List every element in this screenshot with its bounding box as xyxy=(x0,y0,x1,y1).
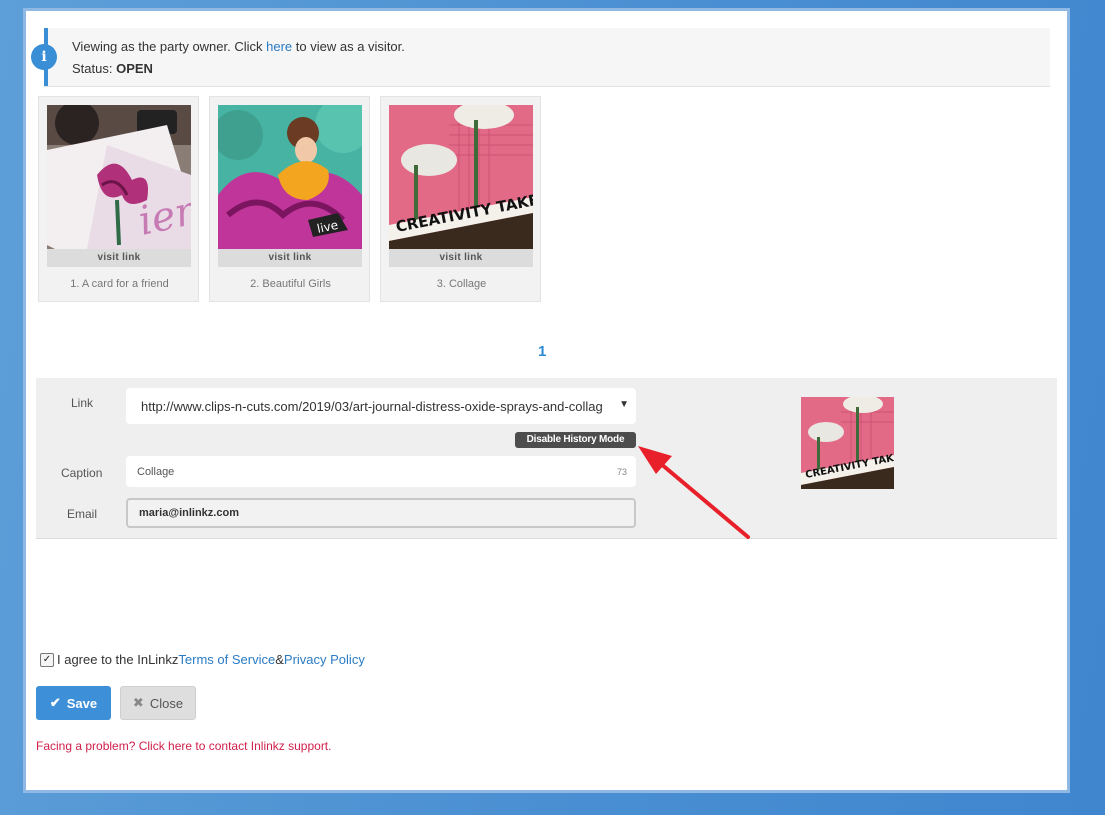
link-preview-image: CREATIVITY TAKES xyxy=(801,397,894,489)
entry-form: Link http://www.clips-n-cuts.com/2019/03… xyxy=(36,378,1057,539)
email-field[interactable]: maria@inlinkz.com xyxy=(126,498,636,528)
save-label: Save xyxy=(66,695,98,711)
status-value: OPEN xyxy=(116,61,153,76)
thumbnail-caption: 2. Beautiful Girls xyxy=(250,278,331,290)
privacy-policy-link[interactable]: Privacy Policy xyxy=(284,652,365,667)
thumbnail-caption: 1. A card for a friend xyxy=(70,278,169,290)
caption-label: Caption xyxy=(61,466,103,480)
thumbnail-card: iend visit link 1. A card for a friend xyxy=(38,96,199,302)
notice-text: Viewing as the party owner. Click here t… xyxy=(72,39,405,54)
support-link[interactable]: Facing a problem? Click here to contact … xyxy=(36,739,331,753)
thumbnail-card: CREATIVITY TAKES visit link 3. Collage xyxy=(380,96,541,302)
disable-history-mode-button[interactable]: Disable History Mode xyxy=(515,432,636,448)
agree-checkbox[interactable]: ✓ xyxy=(40,652,54,667)
status-line: Status: OPEN xyxy=(72,61,153,76)
visit-link[interactable]: visit link xyxy=(218,249,362,267)
visit-link[interactable]: visit link xyxy=(47,249,191,267)
link-select[interactable]: http://www.clips-n-cuts.com/2019/03/art-… xyxy=(126,388,636,424)
check-icon: ✔ xyxy=(49,695,61,710)
visit-link[interactable]: visit link xyxy=(389,249,533,267)
caption-value: Collage xyxy=(137,466,175,478)
view-as-visitor-link[interactable]: here xyxy=(266,39,292,54)
terms-of-service-link[interactable]: Terms of Service xyxy=(178,652,275,667)
email-value: maria@inlinkz.com xyxy=(139,507,239,519)
thumbnail-image-beautiful-girls[interactable]: live xyxy=(218,105,362,249)
owner-notice: i Viewing as the party owner. Click here… xyxy=(31,28,1050,87)
close-button[interactable]: ✖ Close xyxy=(120,686,196,720)
notice-prefix: Viewing as the party owner. Click xyxy=(72,39,267,54)
agree-prefix: I agree to the InLinkz xyxy=(57,652,179,667)
link-label: Link xyxy=(71,396,94,410)
thumbnail-image-collage[interactable]: CREATIVITY TAKES xyxy=(389,105,533,249)
thumbnail-caption: 3. Collage xyxy=(436,278,487,290)
close-icon: ✖ xyxy=(132,695,144,710)
pagination-current-page[interactable]: 1 xyxy=(538,343,546,360)
save-button[interactable]: ✔ Save xyxy=(36,686,111,720)
notice-suffix: to view as a visitor. xyxy=(292,39,405,54)
close-label: Close xyxy=(149,695,184,711)
caption-input[interactable]: Collage 73 xyxy=(126,456,636,487)
terms-agreement: ✓ I agree to the InLinkz Terms of Servic… xyxy=(40,652,365,667)
caption-char-count: 73 xyxy=(616,467,627,477)
agree-amp: & xyxy=(275,652,284,667)
link-select-value: http://www.clips-n-cuts.com/2019/03/art-… xyxy=(141,399,603,414)
thumbnail-card: live visit link 2. Beautiful Girls xyxy=(209,96,370,302)
status-label: Status: xyxy=(72,61,117,76)
info-icon: i xyxy=(31,44,57,70)
thumbnail-image-card-for-friend[interactable]: iend xyxy=(47,105,191,249)
main-panel: i Viewing as the party owner. Click here… xyxy=(23,8,1070,793)
email-label: Email xyxy=(67,507,98,521)
caret-down-icon: ▼ xyxy=(619,399,629,410)
